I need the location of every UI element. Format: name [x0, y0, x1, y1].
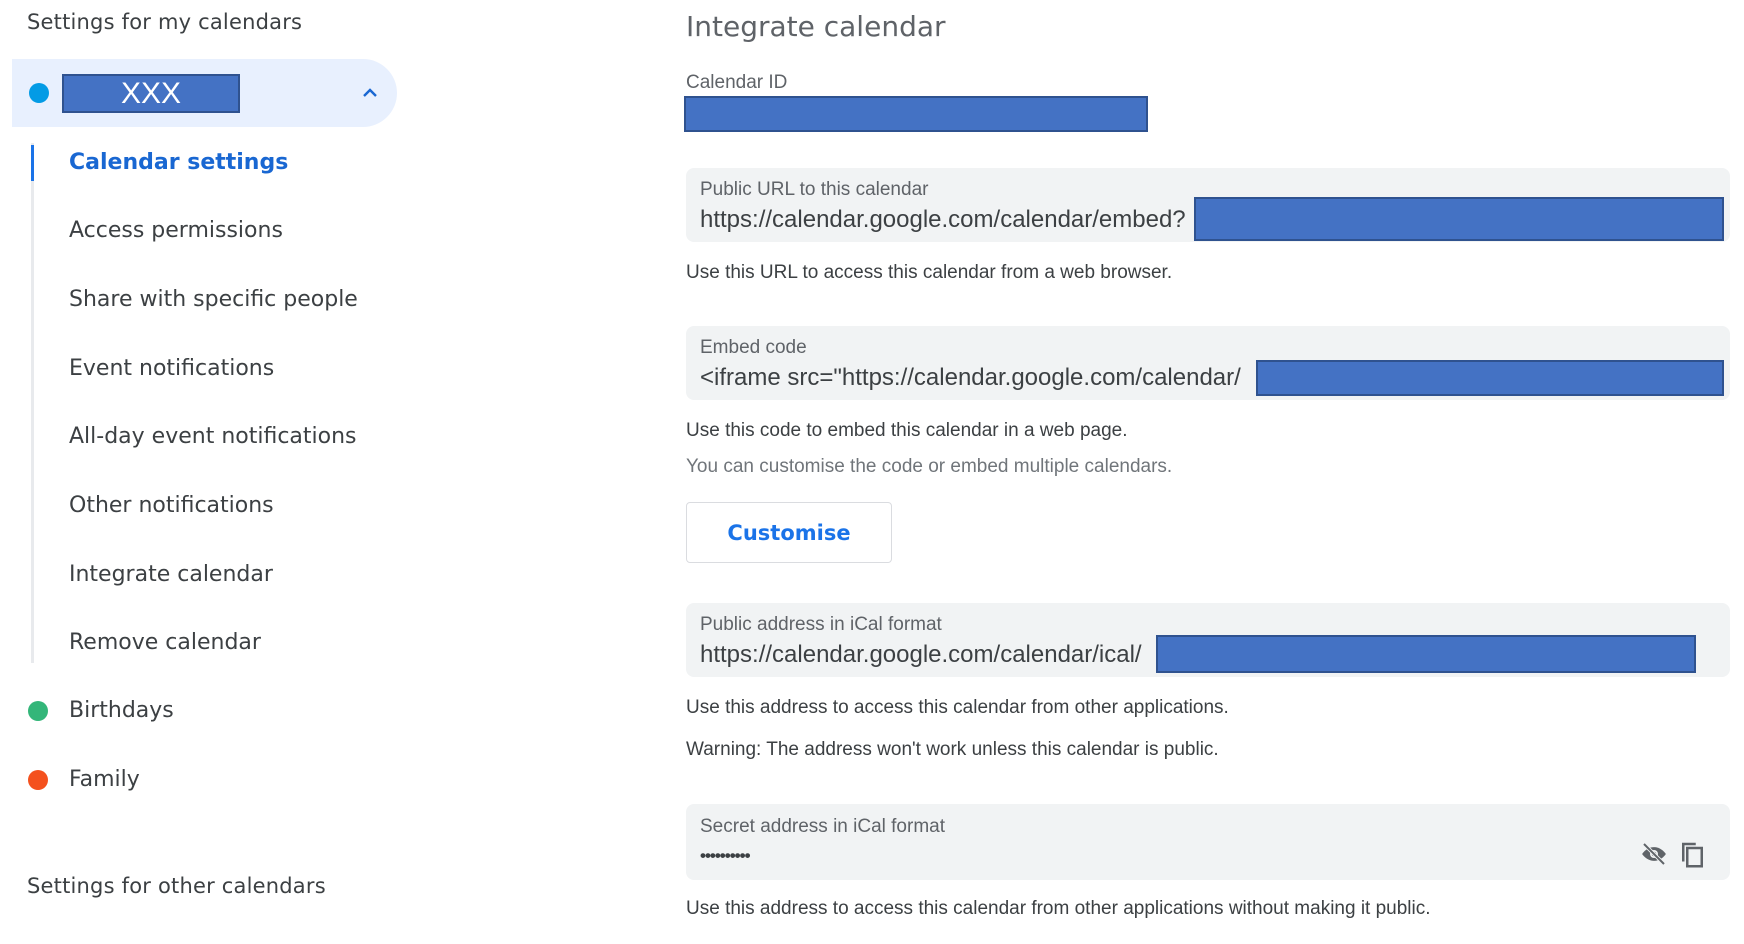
- public-url-value[interactable]: https://calendar.google.com/calendar/emb…: [700, 206, 1186, 234]
- public-url-label: Public URL to this calendar: [700, 179, 929, 200]
- secret-ical-field[interactable]: Secret address in iCal format ••••••••••: [686, 804, 1730, 880]
- calendar-color-dot: [28, 701, 48, 721]
- subnav-item-other-notifications[interactable]: Other notifications: [69, 486, 274, 526]
- calendar-label: Birthdays: [69, 698, 174, 723]
- subnav-item-event-notifications[interactable]: Event notifications: [69, 349, 274, 389]
- customise-button[interactable]: Customise: [686, 502, 892, 563]
- calendar-id-label: Calendar ID: [686, 72, 788, 93]
- visibility-off-icon[interactable]: [1638, 838, 1670, 870]
- public-url-redacted: [1194, 197, 1724, 241]
- calendar-item-birthdays[interactable]: Birthdays: [12, 686, 397, 736]
- public-ical-help: Use this address to access this calendar…: [686, 697, 1229, 718]
- secret-ical-value[interactable]: ••••••••••: [700, 846, 751, 866]
- public-ical-redacted: [1156, 635, 1696, 673]
- integrate-calendar-section: Integrate calendar Calendar ID Public UR…: [684, 0, 1730, 944]
- public-url-help: Use this URL to access this calendar fro…: [686, 262, 1173, 283]
- secret-ical-help: Use this address to access this calendar…: [686, 898, 1431, 919]
- public-ical-value[interactable]: https://calendar.google.com/calendar/ica…: [700, 641, 1142, 669]
- subnav-item-all-day-event-notifications[interactable]: All-day event notifications: [69, 417, 357, 457]
- section-title: Integrate calendar: [686, 10, 946, 43]
- public-ical-field[interactable]: Public address in iCal format https://ca…: [686, 603, 1730, 677]
- calendar-color-dot: [28, 770, 48, 790]
- embed-code-redacted: [1256, 360, 1724, 396]
- embed-code-help-secondary: You can customise the code or embed mult…: [686, 456, 1173, 477]
- calendar-item-family[interactable]: Family: [12, 755, 397, 805]
- chevron-up-icon[interactable]: [358, 81, 382, 105]
- embed-code-label: Embed code: [700, 337, 807, 358]
- public-ical-label: Public address in iCal format: [700, 614, 942, 635]
- subnav-item-integrate-calendar[interactable]: Integrate calendar: [69, 555, 273, 595]
- embed-code-field[interactable]: Embed code <iframe src="https://calendar…: [686, 326, 1730, 400]
- embed-code-help: Use this code to embed this calendar in …: [686, 420, 1128, 441]
- subnav-item-remove-calendar[interactable]: Remove calendar: [69, 623, 261, 663]
- embed-code-value[interactable]: <iframe src="https://calendar.google.com…: [700, 364, 1241, 392]
- subnav-item-access-permissions[interactable]: Access permissions: [69, 211, 283, 251]
- settings-my-calendars-heading: Settings for my calendars: [27, 10, 303, 34]
- copy-icon[interactable]: [1676, 838, 1708, 870]
- subnav-rail: [31, 143, 34, 663]
- subnav-item-share-with-specific-people[interactable]: Share with specific people: [69, 280, 358, 320]
- calendar-name-redacted: XXX: [62, 74, 240, 113]
- settings-other-calendars-heading: Settings for other calendars: [27, 874, 326, 898]
- subnav-item-calendar-settings[interactable]: Calendar settings: [69, 143, 288, 183]
- calendar-label: Family: [69, 767, 140, 792]
- public-url-field[interactable]: Public URL to this calendar https://cale…: [686, 168, 1730, 242]
- secret-ical-label: Secret address in iCal format: [700, 816, 945, 837]
- calendar-id-redacted: [684, 96, 1148, 132]
- public-ical-warning: Warning: The address won't work unless t…: [686, 739, 1219, 760]
- selected-calendar-item[interactable]: XXX: [12, 59, 397, 127]
- subnav-active-indicator: [31, 145, 34, 181]
- calendar-color-dot: [29, 83, 49, 103]
